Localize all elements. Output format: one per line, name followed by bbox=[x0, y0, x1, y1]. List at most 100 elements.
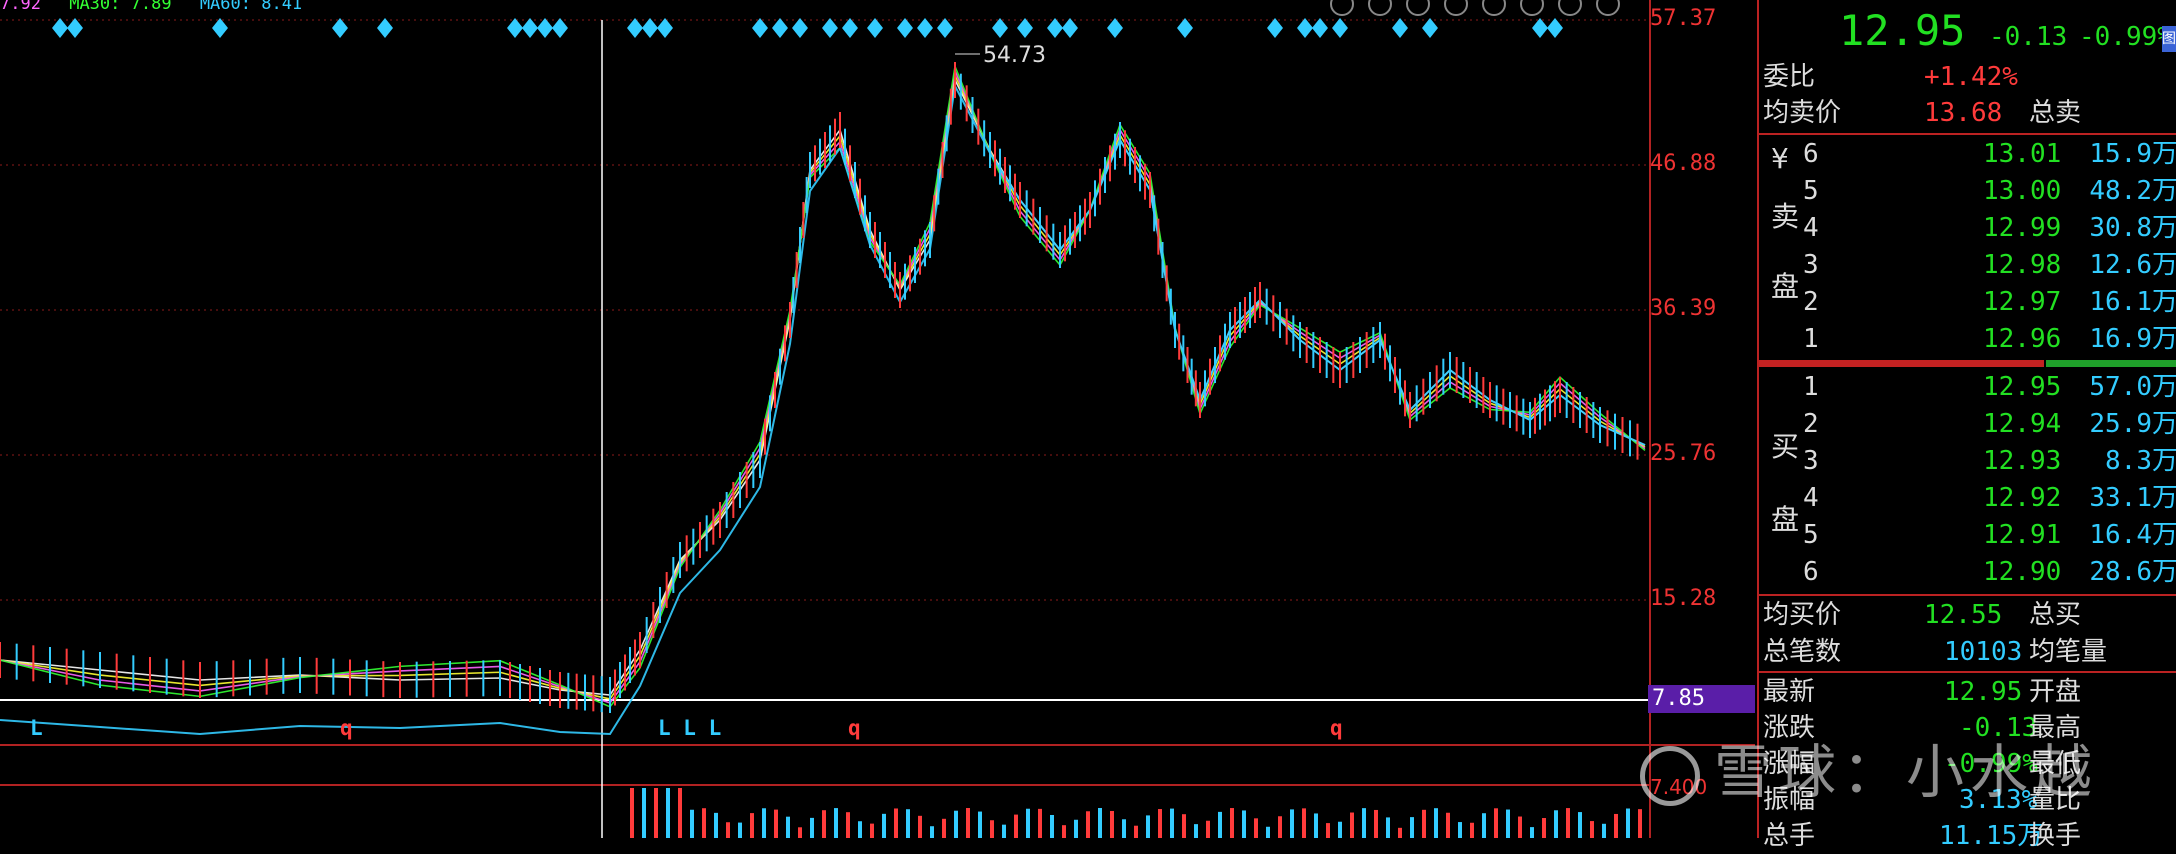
ask-row[interactable]: 1 12.96 16.9万 bbox=[1803, 321, 2176, 358]
price-change: -0.13 bbox=[1989, 22, 2068, 52]
volume-bar bbox=[918, 815, 922, 838]
volume-bar bbox=[1446, 812, 1450, 838]
weibi-value: +1.42% bbox=[1924, 62, 2018, 92]
ask-level: 3 bbox=[1803, 250, 1819, 280]
volume-bar bbox=[1530, 827, 1534, 838]
bid-row[interactable]: 3 12.93 8.3万 bbox=[1803, 443, 2176, 480]
volume-bar bbox=[1014, 814, 1018, 838]
avg-sell-label: 均卖价 bbox=[1763, 98, 1842, 128]
chart-badge[interactable]: 图 bbox=[2162, 26, 2176, 52]
volume-bar bbox=[726, 822, 730, 838]
volume-bar bbox=[1242, 810, 1246, 838]
volume-bar bbox=[1638, 809, 1642, 838]
volume-bar bbox=[1470, 822, 1474, 838]
ask-level: 2 bbox=[1803, 287, 1819, 317]
trades-value: 10103 bbox=[1944, 637, 2023, 667]
latest-label: 最新 bbox=[1763, 677, 1816, 707]
volume-bar bbox=[1518, 816, 1522, 838]
signal-diamond bbox=[1332, 18, 1348, 38]
ask-row[interactable]: 5 13.00 48.2万 bbox=[1803, 173, 2176, 210]
ask-price: 13.00 bbox=[1983, 176, 2062, 206]
volume-bar bbox=[786, 816, 790, 838]
ask-price: 12.97 bbox=[1983, 287, 2062, 317]
bid-row[interactable]: 2 12.94 25.9万 bbox=[1803, 406, 2176, 443]
volume-bar bbox=[1386, 817, 1390, 838]
ask-row[interactable]: 2 12.97 16.1万 bbox=[1803, 284, 2176, 321]
signal-diamond bbox=[1392, 18, 1408, 38]
avg-buy-value: 12.55 bbox=[1924, 600, 2003, 630]
bid-row[interactable]: 5 12.91 16.4万 bbox=[1803, 517, 2176, 554]
settings-icon[interactable] bbox=[1330, 0, 1354, 16]
volume-bar bbox=[1062, 825, 1066, 838]
signal-diamond bbox=[992, 18, 1008, 38]
latest-row: 最新 12.95 开盘 bbox=[1759, 674, 2176, 710]
volume-bar bbox=[966, 808, 970, 838]
volume-bar bbox=[1290, 809, 1294, 838]
volume-bar bbox=[1458, 822, 1462, 838]
volume-bar bbox=[1098, 808, 1102, 838]
signal-diamond bbox=[52, 18, 68, 38]
ask-row[interactable]: 4 12.99 30.8万 bbox=[1803, 210, 2176, 247]
ask-row[interactable]: 6 13.01 15.9万 bbox=[1803, 136, 2176, 173]
volume-bar bbox=[1578, 812, 1582, 838]
bid-level: 6 bbox=[1803, 557, 1819, 587]
volume-bar bbox=[1278, 816, 1282, 838]
snowball-logo-icon bbox=[1640, 745, 1700, 806]
bid-row[interactable]: 1 12.95 57.0万 bbox=[1803, 369, 2176, 406]
bid-row[interactable]: 6 12.90 28.6万 bbox=[1803, 554, 2176, 591]
ma-legend-item: MA30: 7.89 bbox=[69, 0, 172, 14]
signal-diamond bbox=[212, 18, 228, 38]
ask-row[interactable]: 3 12.98 12.6万 bbox=[1803, 247, 2176, 284]
signal-diamond bbox=[1532, 18, 1548, 38]
square-icon[interactable] bbox=[1520, 0, 1544, 16]
volume-bar bbox=[858, 821, 862, 838]
kline-chart[interactable]: 54.73 7.92 MA30: 7.89 MA60: 8.41 57.37 4… bbox=[0, 0, 1755, 838]
hand-icon[interactable] bbox=[1482, 0, 1506, 16]
watermark-text: 雪球：小水越 bbox=[1714, 738, 2099, 806]
signal-diamond bbox=[1107, 18, 1123, 38]
ask-price: 12.98 bbox=[1983, 250, 2062, 280]
volume-bar bbox=[846, 812, 850, 838]
divider bbox=[1759, 671, 2176, 673]
ma-legend: 7.92 MA30: 7.89 MA60: 8.41 bbox=[0, 0, 320, 14]
bid-row[interactable]: 4 12.92 33.1万 bbox=[1803, 480, 2176, 517]
bid-price: 12.90 bbox=[1983, 557, 2062, 587]
volume-bar bbox=[1170, 808, 1174, 838]
volume-bar bbox=[1482, 813, 1486, 838]
kline-canvas[interactable]: 54.73 bbox=[0, 0, 1755, 838]
volume-bar bbox=[1362, 808, 1366, 838]
volume-bar bbox=[1182, 814, 1186, 838]
bid-level: 3 bbox=[1803, 446, 1819, 476]
volume-bar bbox=[1026, 808, 1030, 838]
zoom-out-icon[interactable] bbox=[1596, 0, 1620, 16]
volume-bar bbox=[1326, 823, 1330, 838]
buy-side-char: 盘 bbox=[1771, 503, 1800, 536]
avg-sell-value: 13.68 bbox=[1924, 98, 2003, 128]
turnover-label: 换手 bbox=[2029, 821, 2082, 851]
bid-level: 4 bbox=[1803, 483, 1819, 513]
signal-diamond bbox=[627, 18, 643, 38]
grid-icon[interactable] bbox=[1444, 0, 1468, 16]
weibi-row: 委比 +1.42% bbox=[1759, 59, 2176, 95]
volume-bar bbox=[1158, 809, 1162, 838]
ask-volume: 12.6万 bbox=[2089, 250, 2176, 280]
target-icon[interactable] bbox=[1406, 0, 1430, 16]
volume-bar bbox=[654, 788, 658, 838]
watermark: 雪球：小水越 bbox=[1640, 725, 2098, 809]
volume-bar bbox=[714, 812, 718, 838]
volume-bar bbox=[1422, 809, 1426, 838]
total-value: 11.15万 bbox=[1939, 821, 2044, 851]
volume-bar bbox=[1398, 827, 1402, 838]
signal-diamond bbox=[937, 18, 953, 38]
volume-bar bbox=[1602, 823, 1606, 838]
volume-bar bbox=[1338, 821, 1342, 838]
signal-diamond bbox=[332, 18, 348, 38]
zoom-in-icon[interactable] bbox=[1558, 0, 1582, 16]
sell-side-char: 卖 bbox=[1771, 200, 1800, 233]
search-icon[interactable] bbox=[1368, 0, 1392, 16]
quote-header: 12.95 -0.13 -0.99% 图 bbox=[1759, 4, 2176, 56]
divider bbox=[1759, 594, 2176, 596]
ask-price: 13.01 bbox=[1983, 139, 2062, 169]
ask-level: 4 bbox=[1803, 213, 1819, 243]
bid-level: 1 bbox=[1803, 372, 1819, 402]
